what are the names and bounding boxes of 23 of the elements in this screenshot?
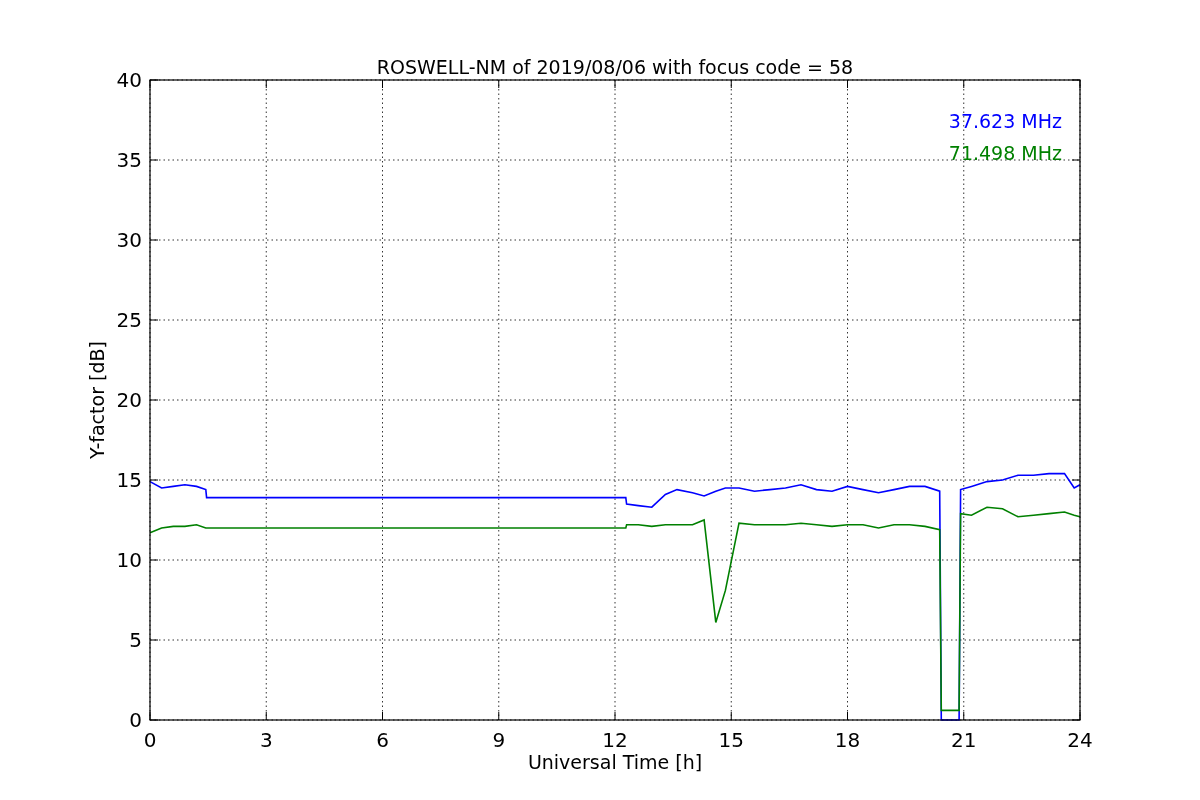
- tick-label: 35: [116, 148, 142, 172]
- tick-label: 15: [718, 728, 744, 752]
- tick-label: 18: [834, 728, 861, 752]
- x-axis-label: Universal Time [h]: [527, 751, 703, 773]
- tick-label: 0: [129, 708, 142, 732]
- tick-label: 9: [492, 728, 506, 752]
- tick-label: 25: [116, 308, 142, 332]
- chart-title: ROSWELL-NM of 2019/08/06 with focus code = 58: [376, 56, 854, 78]
- tick-label: 30: [116, 228, 142, 252]
- tick-label: 12: [602, 728, 628, 752]
- tick-label: 21: [951, 728, 977, 752]
- tick-label: 0: [143, 728, 157, 752]
- y-axis-label: Y-factor [dB]: [86, 341, 108, 459]
- legend-label: 71.498 MHz: [948, 142, 1062, 164]
- tick-label: 3: [259, 728, 273, 752]
- tick-label: 10: [116, 548, 142, 572]
- tick-label: 15: [116, 468, 142, 492]
- legend-label: 37.623 MHz: [948, 110, 1062, 132]
- tick-label: 5: [129, 628, 142, 652]
- tick-label: 20: [116, 388, 142, 412]
- tick-label: 6: [376, 728, 389, 752]
- tick-label: 40: [116, 68, 142, 92]
- tick-label: 24: [1067, 728, 1093, 752]
